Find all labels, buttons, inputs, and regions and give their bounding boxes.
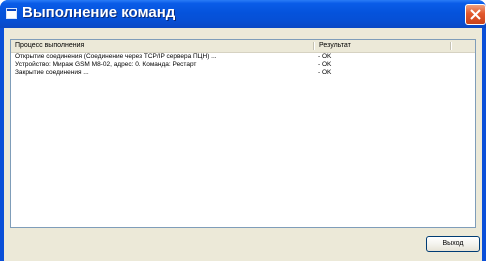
window-title: Выполнение команд [22, 4, 176, 21]
list-item[interactable]: Закрытие соединения ... - OK [11, 69, 475, 77]
process-cell: Открытие соединения (Соединение через TC… [15, 53, 217, 60]
command-execution-window: Выполнение команд Процесс выполнения Рез… [0, 0, 486, 261]
column-separator[interactable] [450, 42, 452, 50]
close-button[interactable] [465, 4, 486, 25]
process-list-view[interactable]: Процесс выполнения Результат Открытие со… [10, 39, 476, 228]
exit-button[interactable]: Выход [426, 236, 480, 252]
dialog-client-area: Процесс выполнения Результат Открытие со… [4, 28, 482, 261]
list-item[interactable]: Устройство: Мираж GSM M8-02, адрес: 0. К… [11, 61, 475, 69]
result-cell: - OK [318, 53, 332, 60]
result-cell: - OK [318, 69, 332, 76]
list-rows: Открытие соединения (Соединение через TC… [11, 53, 475, 77]
list-item[interactable]: Открытие соединения (Соединение через TC… [11, 53, 475, 61]
window-icon [6, 8, 17, 19]
result-cell: - OK [318, 61, 332, 68]
process-cell: Закрытие соединения ... [15, 69, 89, 76]
column-header-process[interactable]: Процесс выполнения [11, 40, 313, 52]
process-cell: Устройство: Мираж GSM M8-02, адрес: 0. К… [15, 61, 197, 68]
title-bar[interactable]: Выполнение команд [0, 0, 486, 28]
close-icon [470, 9, 481, 20]
list-header: Процесс выполнения Результат [11, 40, 475, 53]
column-header-result[interactable]: Результат [315, 40, 450, 52]
